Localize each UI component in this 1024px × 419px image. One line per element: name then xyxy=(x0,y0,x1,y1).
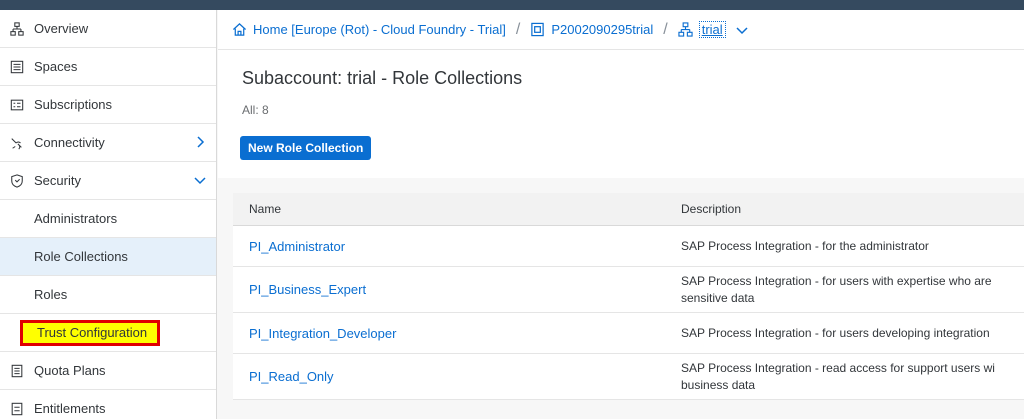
shell-header-bar xyxy=(0,0,1024,10)
sidebar-item-label: Roles xyxy=(34,287,68,302)
sidebar-item-entitlements[interactable]: Entitlements xyxy=(0,390,216,419)
page-title: Subaccount: trial - Role Collections xyxy=(242,68,523,88)
description-line: business data xyxy=(681,377,756,392)
sidebar: Overview Spaces Subscriptions Connectivi… xyxy=(0,10,217,419)
description-line: SAP Process Integration - for users deve… xyxy=(681,325,990,340)
chevron-down-icon[interactable] xyxy=(736,24,748,36)
description-line: SAP Process Integration - read access fo… xyxy=(681,360,995,375)
subscriptions-icon xyxy=(0,98,34,112)
description-cell: SAP Process Integration - for users deve… xyxy=(665,325,1024,342)
sidebar-item-security[interactable]: Security xyxy=(0,162,216,200)
org-chart-icon xyxy=(0,21,34,36)
sidebar-item-administrators[interactable]: Administrators xyxy=(0,200,216,238)
connectivity-icon xyxy=(0,136,34,150)
sidebar-item-label: Trust Configuration xyxy=(20,319,161,346)
table-row[interactable]: PI_Read_Only SAP Process Integration - r… xyxy=(233,354,1024,400)
role-collection-link[interactable]: PI_Administrator xyxy=(233,239,665,254)
table-header: Name Description xyxy=(233,193,1024,226)
description-cell: SAP Process Integration - for users with… xyxy=(665,273,1024,307)
description-line: SAP Process Integration - for the admini… xyxy=(681,238,929,253)
sidebar-item-subscriptions[interactable]: Subscriptions xyxy=(0,86,216,124)
sidebar-item-label: Entitlements xyxy=(34,401,106,416)
sidebar-item-connectivity[interactable]: Connectivity xyxy=(0,124,216,162)
description-cell: SAP Process Integration - read access fo… xyxy=(665,360,1024,394)
column-header-name[interactable]: Name xyxy=(233,202,665,216)
breadcrumb-subaccount-label: trial xyxy=(698,21,726,38)
home-icon xyxy=(232,23,247,36)
table-row[interactable]: PI_Administrator SAP Process Integration… xyxy=(233,226,1024,267)
sidebar-item-label: Connectivity xyxy=(34,135,105,150)
sidebar-item-quota-plans[interactable]: Quota Plans xyxy=(0,352,216,390)
global-account-icon xyxy=(531,22,545,37)
chevron-right-icon[interactable] xyxy=(194,136,206,148)
breadcrumb-separator: / xyxy=(663,20,668,38)
table-row[interactable]: PI_Integration_Developer SAP Process Int… xyxy=(233,313,1024,354)
shield-icon xyxy=(0,173,34,188)
sidebar-item-label: Quota Plans xyxy=(34,363,106,378)
spaces-icon xyxy=(0,60,34,74)
description-line: sensitive data xyxy=(681,290,755,305)
breadcrumb-account-label: P2002090295trial xyxy=(551,22,654,37)
new-role-collection-button[interactable]: New Role Collection xyxy=(240,136,372,160)
sidebar-item-label: Role Collections xyxy=(34,249,128,264)
sidebar-item-role-collections[interactable]: Role Collections xyxy=(0,238,216,276)
breadcrumb-home-label: Home [Europe (Rot) - Cloud Foundry - Tri… xyxy=(253,22,506,37)
breadcrumb-global-account[interactable]: P2002090295trial xyxy=(530,22,653,37)
entitlements-icon xyxy=(0,402,34,416)
org-chart-icon xyxy=(678,22,693,37)
sidebar-item-trust-configuration[interactable]: Trust Configuration xyxy=(0,314,216,352)
column-header-description[interactable]: Description xyxy=(665,202,1024,216)
breadcrumb: Home [Europe (Rot) - Cloud Foundry - Tri… xyxy=(218,10,1024,50)
description-line: SAP Process Integration - for users with… xyxy=(681,273,992,288)
role-collection-link[interactable]: PI_Integration_Developer xyxy=(233,326,665,341)
item-count: All: 8 xyxy=(242,103,269,117)
sidebar-item-label: Subscriptions xyxy=(34,97,113,112)
role-collection-link[interactable]: PI_Read_Only xyxy=(233,369,665,384)
sidebar-item-label: Spaces xyxy=(34,59,78,74)
breadcrumb-home[interactable]: Home [Europe (Rot) - Cloud Foundry - Tri… xyxy=(232,22,506,37)
role-collection-link[interactable]: PI_Business_Expert xyxy=(233,282,665,297)
chevron-down-icon[interactable] xyxy=(194,174,206,186)
table-row[interactable]: PI_Business_Expert SAP Process Integrati… xyxy=(233,267,1024,313)
quota-icon xyxy=(0,364,34,378)
breadcrumb-separator: / xyxy=(515,20,521,38)
page-header: Subaccount: trial - Role Collections All… xyxy=(218,50,1024,178)
sidebar-item-roles[interactable]: Roles xyxy=(0,276,216,314)
breadcrumb-subaccount[interactable]: trial xyxy=(678,21,726,38)
sidebar-item-label: Overview xyxy=(34,21,89,36)
description-cell: SAP Process Integration - for the admini… xyxy=(665,238,1024,255)
sidebar-item-label: Administrators xyxy=(34,211,118,226)
sidebar-item-spaces[interactable]: Spaces xyxy=(0,48,216,86)
role-collections-table: Name Description PI_Administrator SAP Pr… xyxy=(233,193,1024,400)
sidebar-item-overview[interactable]: Overview xyxy=(0,10,216,48)
sidebar-item-label: Security xyxy=(34,173,81,188)
